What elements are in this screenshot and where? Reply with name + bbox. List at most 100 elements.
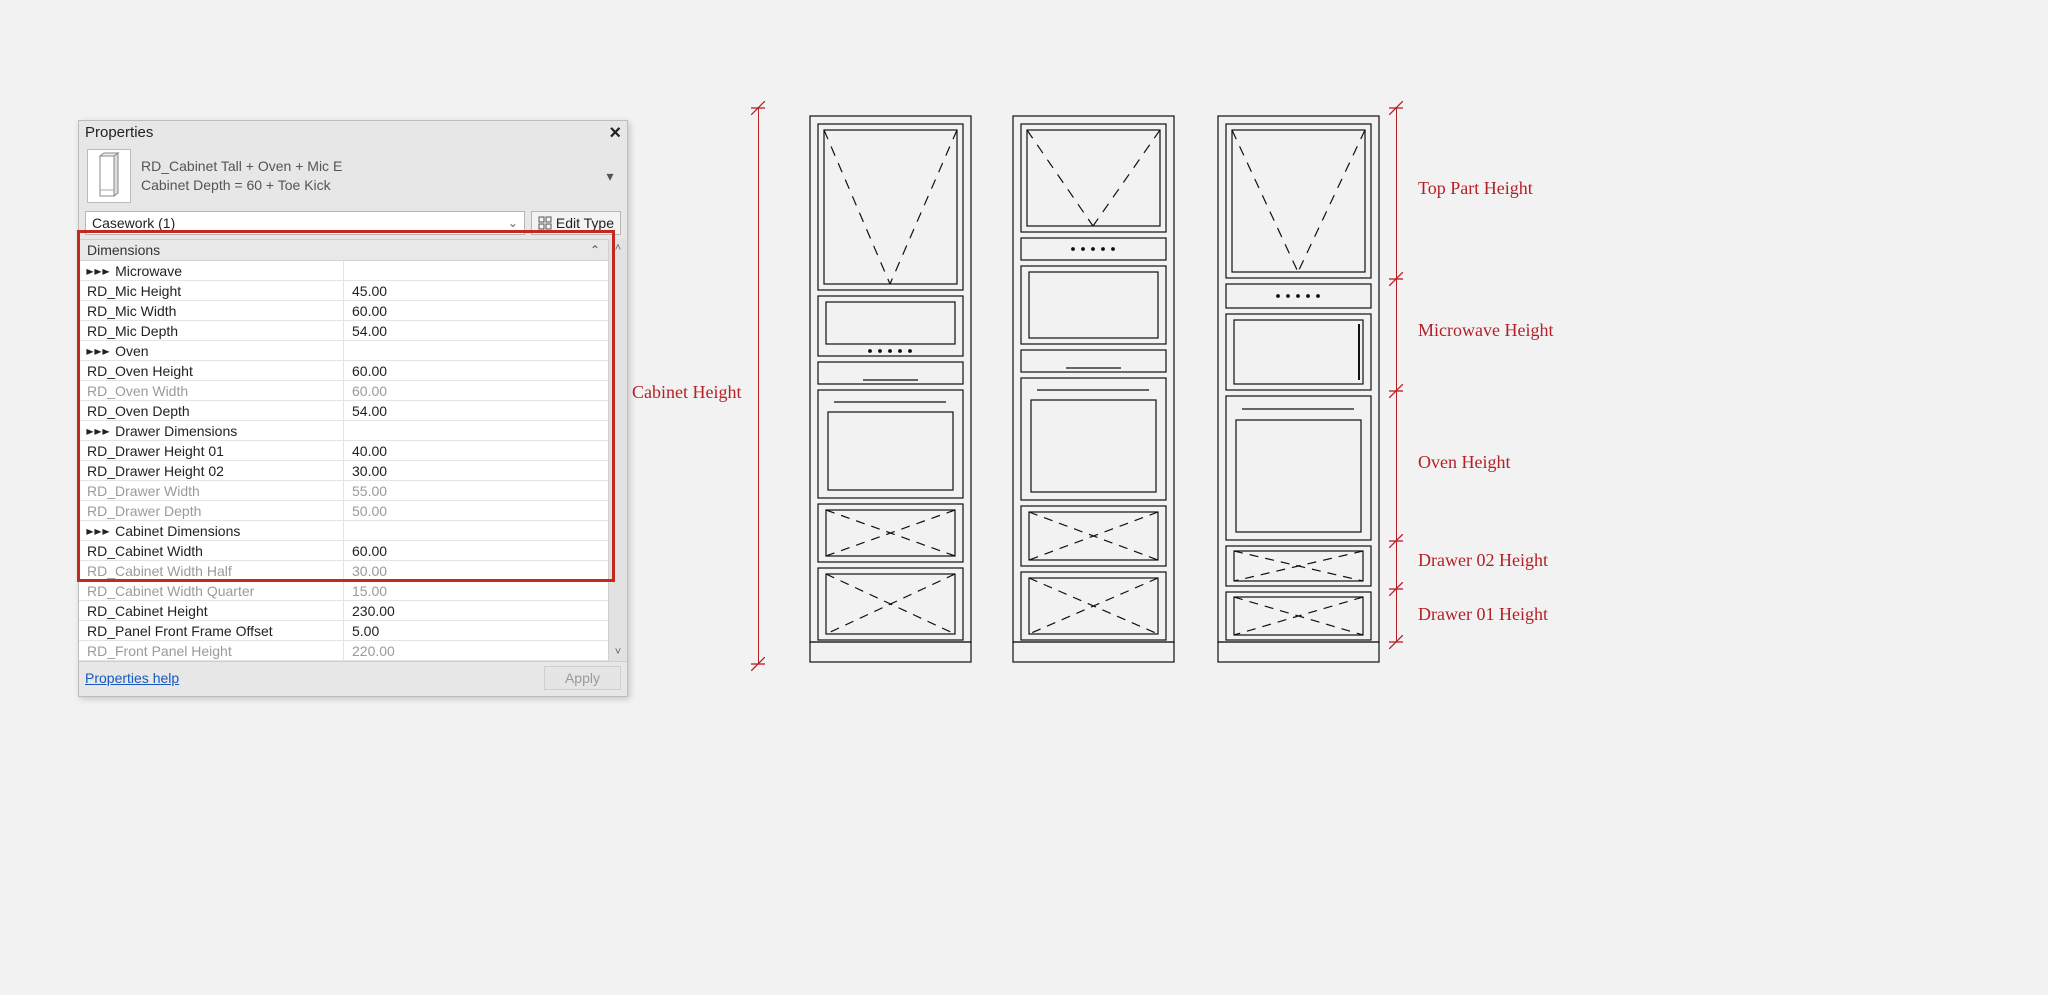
scroll-down-icon[interactable]: ˅: [615, 643, 621, 661]
chevron-down-icon: ⌄: [508, 216, 518, 230]
property-row[interactable]: RD_Oven Height60.00: [79, 361, 608, 381]
category-label: Dimensions: [87, 242, 160, 258]
property-label: RD_Cabinet Width: [79, 541, 344, 560]
property-separator: ▸▸▸Microwave: [79, 261, 608, 281]
property-row[interactable]: RD_Cabinet Width Half30.00: [79, 561, 608, 581]
property-label: ▸▸▸Oven: [79, 341, 344, 360]
properties-panel: Properties × RD_Cabinet Tall + Oven + Mi…: [78, 120, 628, 697]
dim-tick: [751, 657, 765, 671]
property-row[interactable]: RD_Oven Width60.00: [79, 381, 608, 401]
property-label: RD_Cabinet Width Half: [79, 561, 344, 580]
property-row[interactable]: RD_Mic Height45.00: [79, 281, 608, 301]
dim-tick: [1389, 101, 1403, 115]
property-label: ▸▸▸Cabinet Dimensions: [79, 521, 344, 540]
property-label: RD_Front Panel Height: [79, 641, 344, 660]
property-row[interactable]: RD_Oven Depth54.00: [79, 401, 608, 421]
cabinet-elevation-2: [1011, 114, 1176, 664]
separator-icon: ▸▸▸: [87, 425, 109, 437]
property-value[interactable]: 45.00: [344, 281, 608, 300]
property-separator: ▸▸▸Cabinet Dimensions: [79, 521, 608, 541]
property-value[interactable]: 5.00: [344, 621, 608, 640]
property-row[interactable]: RD_Mic Width60.00: [79, 301, 608, 321]
property-value[interactable]: 60.00: [344, 541, 608, 560]
cabinet-elevation-3: [1216, 114, 1381, 664]
separator-icon: ▸▸▸: [87, 345, 109, 357]
property-label: RD_Drawer Height 01: [79, 441, 344, 460]
property-value[interactable]: 30.00: [344, 461, 608, 480]
panel-title-text: Properties: [85, 124, 153, 141]
property-row[interactable]: RD_Cabinet Width Quarter15.00: [79, 581, 608, 601]
property-label: RD_Panel Front Frame Offset: [79, 621, 344, 640]
type-dropdown-icon[interactable]: ▾: [599, 168, 621, 185]
dim-tick: [1389, 635, 1403, 649]
panel-footer: Properties help Apply: [79, 661, 627, 696]
property-value[interactable]: 40.00: [344, 441, 608, 460]
property-value[interactable]: 30.00: [344, 561, 608, 580]
cabinet-elevation-1: [808, 114, 973, 664]
dim-tick: [1389, 534, 1403, 548]
property-value[interactable]: 55.00: [344, 481, 608, 500]
property-label: RD_Oven Width: [79, 381, 344, 400]
property-row[interactable]: RD_Drawer Height 0230.00: [79, 461, 608, 481]
type-subtitle: Cabinet Depth = 60 + Toe Kick: [141, 176, 599, 195]
type-thumbnail: [87, 149, 131, 203]
property-row[interactable]: RD_Mic Depth54.00: [79, 321, 608, 341]
dim-line-right: [1396, 108, 1397, 642]
grid-scrollbar[interactable]: ˄ ˅: [608, 239, 627, 661]
property-label: RD_Oven Depth: [79, 401, 344, 420]
property-label: RD_Cabinet Height: [79, 601, 344, 620]
properties-help-link[interactable]: Properties help: [85, 670, 179, 686]
property-value[interactable]: 60.00: [344, 301, 608, 320]
property-value[interactable]: 54.00: [344, 321, 608, 340]
property-value: [344, 421, 608, 440]
property-value: [344, 521, 608, 540]
property-label: RD_Drawer Height 02: [79, 461, 344, 480]
property-value[interactable]: 50.00: [344, 501, 608, 520]
label-microwave-height: Microwave Height: [1418, 320, 1553, 341]
label-drawer-02-height: Drawer 02 Height: [1418, 550, 1548, 571]
separator-icon: ▸▸▸: [87, 525, 109, 537]
property-value[interactable]: 54.00: [344, 401, 608, 420]
collapse-icon[interactable]: ⌃: [590, 243, 600, 257]
property-value[interactable]: 60.00: [344, 361, 608, 380]
type-text: RD_Cabinet Tall + Oven + Mic E Cabinet D…: [141, 157, 599, 195]
property-value: [344, 341, 608, 360]
dim-tick: [751, 101, 765, 115]
property-value[interactable]: 15.00: [344, 581, 608, 600]
property-value[interactable]: 230.00: [344, 601, 608, 620]
property-value[interactable]: 220.00: [344, 641, 608, 660]
property-separator: ▸▸▸Oven: [79, 341, 608, 361]
edit-type-icon: [538, 216, 552, 230]
property-row[interactable]: RD_Drawer Depth50.00: [79, 501, 608, 521]
close-icon[interactable]: ×: [609, 126, 621, 140]
category-row[interactable]: Dimensions ⌃: [79, 240, 608, 261]
property-row[interactable]: RD_Front Panel Height220.00: [79, 641, 608, 661]
scroll-up-icon[interactable]: ˄: [615, 239, 621, 257]
property-row[interactable]: RD_Drawer Height 0140.00: [79, 441, 608, 461]
dim-tick: [1389, 582, 1403, 596]
property-label: RD_Cabinet Width Quarter: [79, 581, 344, 600]
property-label: RD_Mic Width: [79, 301, 344, 320]
edit-type-label: Edit Type: [556, 215, 614, 231]
property-label: RD_Drawer Width: [79, 481, 344, 500]
label-drawer-01-height: Drawer 01 Height: [1418, 604, 1548, 625]
type-selector[interactable]: RD_Cabinet Tall + Oven + Mic E Cabinet D…: [79, 143, 627, 209]
property-row[interactable]: RD_Panel Front Frame Offset5.00: [79, 621, 608, 641]
edit-type-button[interactable]: Edit Type: [531, 211, 621, 235]
apply-button: Apply: [544, 666, 621, 690]
instance-selector-label: Casework (1): [92, 215, 175, 231]
type-name: RD_Cabinet Tall + Oven + Mic E: [141, 157, 599, 176]
property-grid: Dimensions ⌃ ▸▸▸MicrowaveRD_Mic Height45…: [79, 239, 627, 661]
label-top-part-height: Top Part Height: [1418, 178, 1533, 199]
dim-tick: [1389, 384, 1403, 398]
dim-line-cabinet-height: [758, 108, 759, 664]
property-label: RD_Oven Height: [79, 361, 344, 380]
instance-selector[interactable]: Casework (1) ⌄: [85, 211, 525, 235]
label-oven-height: Oven Height: [1418, 452, 1510, 473]
property-value[interactable]: 60.00: [344, 381, 608, 400]
property-row[interactable]: RD_Cabinet Height230.00: [79, 601, 608, 621]
property-label: RD_Mic Depth: [79, 321, 344, 340]
property-row[interactable]: RD_Drawer Width55.00: [79, 481, 608, 501]
instance-selector-row: Casework (1) ⌄ Edit Type: [79, 209, 627, 239]
property-row[interactable]: RD_Cabinet Width60.00: [79, 541, 608, 561]
